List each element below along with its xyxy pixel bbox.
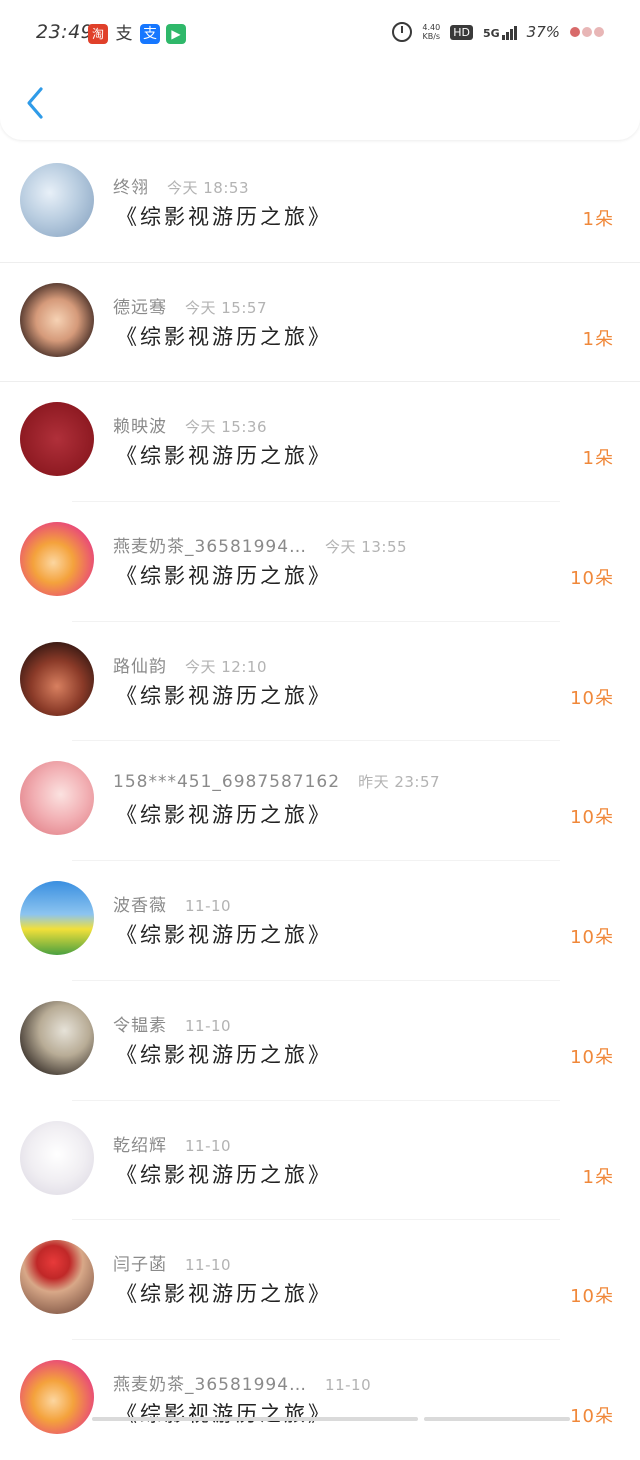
timestamp: 今天 15:57 [185,298,267,317]
list-item[interactable]: 德远骞 今天 15:57 《综影视游历之旅》 1朵 [0,263,640,383]
scroll-indicator [92,1417,418,1421]
book-title[interactable]: 《综影视游历之旅》 [116,919,332,949]
network-speed: 4.40 KB/s [422,23,440,41]
book-title[interactable]: 《综影视游历之旅》 [116,1398,332,1428]
avatar[interactable] [20,282,94,357]
user-name: 燕麦奶茶_36581994… [113,1374,308,1395]
video-app-icon: ▶ [166,24,186,44]
user-line: 令韫素 11-10 [113,1011,231,1036]
user-name: 闫子菡 [113,1255,167,1276]
timestamp: 11-10 [325,1375,372,1394]
alipay-app-icon: 支 [140,24,160,44]
list-item[interactable]: 燕麦奶茶_36581994… 今天 13:55 《综影视游历之旅》 10朵 [0,502,640,622]
book-title[interactable]: 《综影视游历之旅》 [116,321,332,351]
user-name: 乾绍辉 [113,1135,167,1156]
signal-indicator: 5G [483,24,517,40]
avatar[interactable] [20,1240,94,1315]
hd-badge: HD [450,24,473,40]
timestamp: 今天 13:55 [325,538,408,557]
avatar[interactable] [20,402,94,477]
taobao-app-icon: 淘 [88,24,108,44]
user-line: 德远骞 今天 15:57 [113,293,267,318]
user-line: 波香薇 11-10 [113,891,231,916]
book-title[interactable]: 《综影视游历之旅》 [116,440,332,470]
list-item[interactable]: 赖映波 今天 15:36 《综影视游历之旅》 1朵 [0,382,640,502]
timestamp: 11-10 [185,897,232,916]
flower-count: 10朵 [570,1286,614,1308]
user-name: 赖映波 [113,417,167,438]
list-item[interactable]: 令韫素 11-10 《综影视游历之旅》 10朵 [0,981,640,1101]
avatar[interactable] [20,881,94,956]
user-name: 令韫素 [113,1015,167,1036]
scroll-indicator-secondary [424,1417,570,1421]
chevron-left-icon [27,87,43,119]
user-line: 终翎 今天 18:53 [113,173,249,198]
user-name: 终翎 [113,178,149,198]
list-item[interactable]: 终翎 今天 18:53 《综影视游历之旅》 1朵 [0,143,640,263]
timestamp: 11-10 [185,1136,232,1155]
battery-icon [570,27,604,37]
user-name: 158***451_6987587162 [113,772,341,793]
user-line: 燕麦奶茶_36581994… 11-10 [113,1370,371,1395]
status-bar: 23:49 淘 支 支 ▶ 4.40 KB/s HD 5G 37% [0,0,640,66]
status-time: 23:49 [36,21,94,43]
user-name: 波香薇 [113,896,167,917]
book-title[interactable]: 《综影视游历之旅》 [116,560,332,590]
list-item[interactable]: 路仙韵 今天 12:10 《综影视游历之旅》 10朵 [0,622,640,742]
list-item[interactable]: 燕麦奶茶_36581994… 11-10 《综影视游历之旅》 10朵 [0,1340,640,1460]
flower-count: 10朵 [570,1046,614,1068]
back-button[interactable] [24,86,48,120]
user-line: 燕麦奶茶_36581994… 今天 13:55 [113,532,407,557]
flower-count: 1朵 [582,209,614,230]
user-line: 158***451_6987587162 昨天 23:57 [113,771,440,792]
avatar[interactable] [20,641,94,716]
book-title[interactable]: 《综影视游历之旅》 [116,1159,332,1189]
flower-count: 10朵 [570,927,614,949]
network-type: 5G [482,27,500,40]
flower-count: 10朵 [570,1405,614,1427]
book-title[interactable]: 《综影视游历之旅》 [116,799,332,829]
list-item[interactable]: 158***451_6987587162 昨天 23:57 《综影视游历之旅》 1… [0,741,640,861]
avatar[interactable] [20,1000,94,1075]
top-bar: 23:49 淘 支 支 ▶ 4.40 KB/s HD 5G 37% [0,0,640,140]
user-name: 燕麦奶茶_36581994… [113,537,308,558]
user-line: 闫子菡 11-10 [113,1250,231,1275]
flower-count: 10朵 [570,807,614,829]
flower-count: 1朵 [582,448,614,470]
timestamp: 今天 18:53 [167,179,249,197]
timestamp: 昨天 23:57 [358,773,441,792]
avatar[interactable] [20,1120,94,1195]
book-title[interactable]: 《综影视游历之旅》 [116,201,332,231]
timestamp: 今天 12:10 [185,657,267,676]
list-item[interactable]: 闫子菡 11-10 《综影视游历之旅》 10朵 [0,1220,640,1340]
avatar[interactable] [20,163,94,237]
avatar[interactable] [20,522,94,597]
book-title[interactable]: 《综影视游历之旅》 [116,680,332,710]
flower-count: 1朵 [582,1166,614,1188]
speed-value: 4.40 [422,23,441,32]
alarm-icon [392,22,413,42]
battery-percent: 37% [526,23,560,41]
speed-unit: KB/s [422,32,441,41]
alipay-outline-icon: 支 [115,24,133,44]
flower-count: 1朵 [582,328,614,350]
timestamp: 今天 15:36 [185,418,267,437]
flower-count: 10朵 [570,687,614,709]
timestamp: 11-10 [185,1256,232,1275]
book-title[interactable]: 《综影视游历之旅》 [116,1278,332,1308]
user-name: 德远骞 [113,297,167,318]
flower-count: 10朵 [570,568,614,590]
flower-gift-list: 终翎 今天 18:53 《综影视游历之旅》 1朵 德远骞 今天 15:57 《综影视… [0,143,640,1460]
status-right: 4.40 KB/s HD 5G 37% [392,22,604,42]
list-item[interactable]: 乾绍辉 11-10 《综影视游历之旅》 1朵 [0,1101,640,1221]
list-item[interactable]: 波香薇 11-10 《综影视游历之旅》 10朵 [0,861,640,981]
user-name: 路仙韵 [113,656,167,677]
timestamp: 11-10 [185,1016,232,1035]
signal-bars-icon [501,24,517,40]
user-line: 乾绍辉 11-10 [113,1131,231,1156]
avatar[interactable] [20,761,94,836]
book-title[interactable]: 《综影视游历之旅》 [116,1039,332,1069]
user-line: 赖映波 今天 15:36 [113,412,267,437]
user-line: 路仙韵 今天 12:10 [113,652,267,677]
